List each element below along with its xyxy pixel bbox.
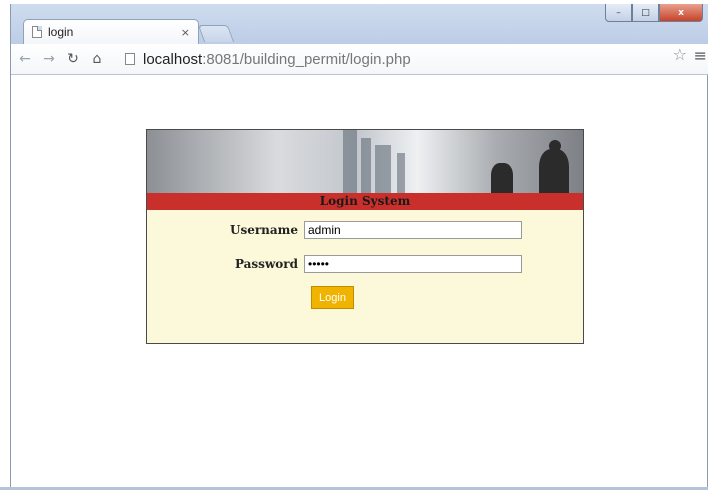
page-icon xyxy=(32,26,42,38)
browser-titlebar: login × – □ x xyxy=(11,4,708,44)
login-panel: Login System Username Password Login xyxy=(146,129,584,344)
back-arrow-icon[interactable]: ← xyxy=(15,49,35,69)
browser-toolbar: ← → ↻ ⌂ localhost :8081/building_permit/… xyxy=(11,44,708,75)
menu-icon[interactable]: ≡ xyxy=(694,46,707,65)
close-button[interactable]: x xyxy=(659,4,703,22)
login-button[interactable]: Login xyxy=(311,286,354,309)
reload-icon[interactable]: ↻ xyxy=(63,49,83,69)
tab-title: login xyxy=(48,25,74,39)
window-controls: – □ x xyxy=(605,4,703,22)
url-path: :8081/building_permit/login.php xyxy=(202,50,411,68)
banner-image xyxy=(147,130,583,193)
password-input[interactable] xyxy=(304,255,522,273)
page-icon xyxy=(125,53,135,65)
browser-tab[interactable]: login × xyxy=(23,19,199,44)
new-tab-button[interactable] xyxy=(197,25,235,42)
password-label: Password xyxy=(234,257,298,271)
home-icon[interactable]: ⌂ xyxy=(87,49,107,69)
minimize-button[interactable]: – xyxy=(605,4,632,22)
browser-window: login × – □ x ← → ↻ ⌂ localhost :8081/bu… xyxy=(10,4,708,490)
password-row: Password xyxy=(147,254,583,274)
tab-close-icon[interactable]: × xyxy=(181,26,190,39)
star-icon[interactable]: ☆ xyxy=(673,45,687,64)
login-title: Login System xyxy=(147,193,583,210)
username-label: Username xyxy=(229,223,298,237)
username-row: Username xyxy=(147,220,583,240)
maximize-button[interactable]: □ xyxy=(632,4,659,22)
forward-arrow-icon[interactable]: → xyxy=(39,49,59,69)
username-input[interactable] xyxy=(304,221,522,239)
address-bar[interactable]: localhost :8081/building_permit/login.ph… xyxy=(119,48,691,70)
url-host: localhost xyxy=(143,50,203,68)
